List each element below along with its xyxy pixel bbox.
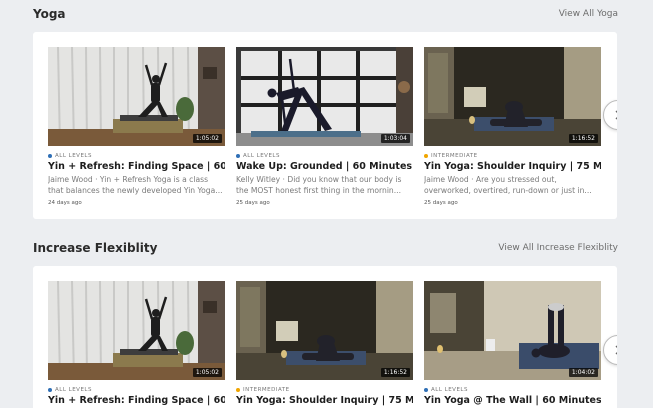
video-duration: 1:05:02 [192, 368, 222, 377]
level-badge: ALL LEVELS [424, 386, 601, 394]
level-dot [48, 154, 52, 158]
yoga-carousel: 1:05:02 ALL LEVELS Yin + Refresh: Findin… [33, 32, 617, 219]
section-header-flexibility: Increase Flexiblity View All Increase Fl… [0, 238, 653, 262]
video-card[interactable]: 1:16:52 INTERMEDIATE Yin Yoga: Shoulder … [236, 281, 413, 406]
level-badge: ALL LEVELS [236, 152, 413, 160]
level-label: ALL LEVELS [55, 153, 92, 159]
section-title: Yoga [33, 7, 66, 21]
video-duration: 1:16:52 [568, 134, 598, 143]
level-badge: ALL LEVELS [48, 386, 225, 394]
level-badge: INTERMEDIATE [424, 152, 601, 160]
video-age: 25 days ago [236, 200, 270, 206]
view-all-flexibility-link[interactable]: View All Increase Flexiblity [498, 243, 618, 253]
video-thumbnail[interactable]: 1:05:02 [48, 281, 225, 380]
view-all-yoga-link[interactable]: View All Yoga [559, 9, 618, 19]
video-title[interactable]: Yin Yoga @ The Wall | 60 Minutes [424, 395, 601, 406]
video-title[interactable]: Yin Yoga: Shoulder Inquiry | 75 Minutes [236, 395, 413, 406]
video-title[interactable]: Yin + Refresh: Finding Space | 60... [48, 395, 225, 406]
video-card[interactable]: 1:04:02 ALL LEVELS Yin Yoga @ The Wall |… [424, 281, 601, 406]
level-label: INTERMEDIATE [431, 153, 478, 159]
video-title[interactable]: Wake Up: Grounded | 60 Minutes [236, 161, 413, 172]
level-label: ALL LEVELS [431, 387, 468, 393]
video-card[interactable]: 1:16:52 INTERMEDIATE Yin Yoga: Shoulder … [424, 47, 601, 206]
chevron-right-icon [615, 345, 617, 355]
carousel-next-button[interactable] [603, 335, 617, 365]
video-thumbnail[interactable]: 1:16:52 [424, 47, 601, 146]
level-badge: INTERMEDIATE [236, 386, 413, 394]
video-card[interactable]: 1:05:02 ALL LEVELS Yin + Refresh: Findin… [48, 47, 225, 206]
level-dot [48, 388, 52, 392]
video-age: 24 days ago [48, 200, 82, 206]
level-dot [424, 154, 428, 158]
level-label: ALL LEVELS [55, 387, 92, 393]
video-duration: 1:05:02 [192, 134, 222, 143]
video-thumbnail[interactable]: 1:16:52 [236, 281, 413, 380]
level-dot [424, 388, 428, 392]
section-header-yoga: Yoga View All Yoga [0, 4, 653, 28]
video-title[interactable]: Yin + Refresh: Finding Space | 60... [48, 161, 225, 172]
chevron-right-icon [615, 110, 617, 120]
level-label: ALL LEVELS [243, 153, 280, 159]
video-card[interactable]: 1:05:02 ALL LEVELS Yin + Refresh: Findin… [48, 281, 225, 406]
flexibility-carousel: 1:05:02 ALL LEVELS Yin + Refresh: Findin… [33, 266, 617, 408]
video-duration: 1:04:02 [568, 368, 598, 377]
video-thumbnail[interactable]: 1:04:02 [424, 281, 601, 380]
level-badge: ALL LEVELS [48, 152, 225, 160]
level-dot [236, 154, 240, 158]
level-dot [236, 388, 240, 392]
carousel-next-button[interactable] [603, 100, 617, 130]
video-card[interactable]: 1:03:04 ALL LEVELS Wake Up: Grounded | 6… [236, 47, 413, 206]
video-duration: 1:16:52 [380, 368, 410, 377]
video-description: Jaime Wood · Are you stressed out, overw… [424, 175, 592, 195]
video-thumbnail[interactable]: 1:05:02 [48, 47, 225, 146]
level-label: INTERMEDIATE [243, 387, 290, 393]
video-description: Jaime Wood · Yin + Refresh Yoga is a cla… [48, 175, 223, 195]
video-thumbnail[interactable]: 1:03:04 [236, 47, 413, 146]
video-title[interactable]: Yin Yoga: Shoulder Inquiry | 75 Minutes [424, 161, 601, 172]
video-age: 25 days ago [424, 200, 458, 206]
section-title: Increase Flexiblity [33, 241, 158, 255]
video-description: Kelly Witley · Did you know that our bod… [236, 175, 402, 195]
video-duration: 1:03:04 [380, 134, 410, 143]
